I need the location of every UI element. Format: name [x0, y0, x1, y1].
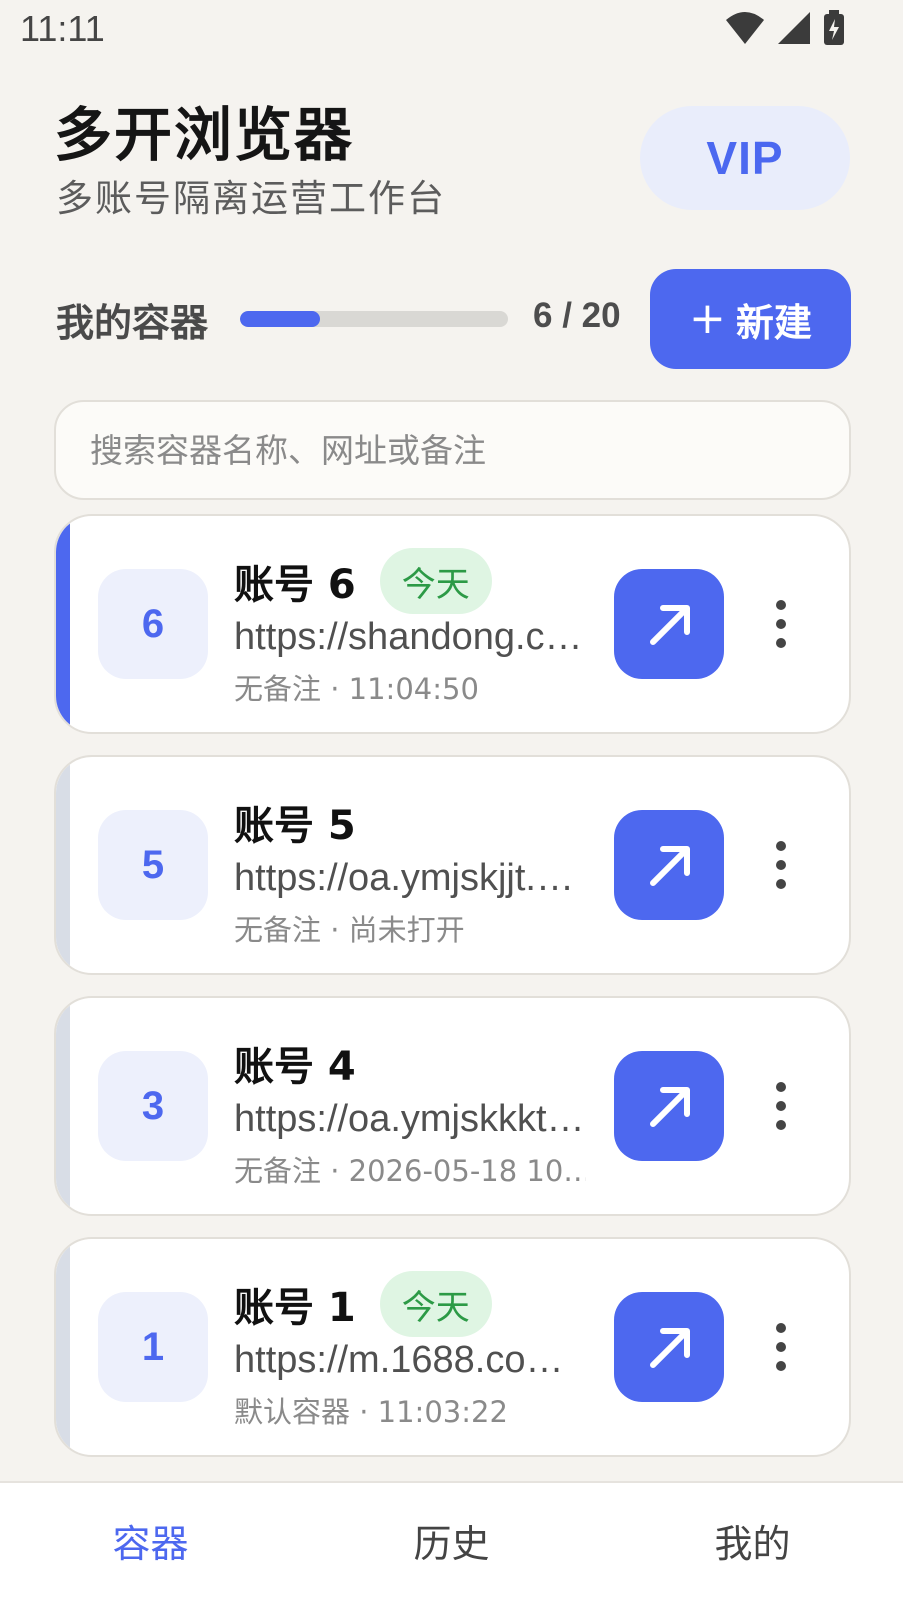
tab-history[interactable]: 历史 — [301, 1483, 602, 1607]
container-name: 账号 6 — [234, 562, 356, 608]
more-options-button[interactable] — [756, 835, 806, 895]
container-number-badge: 6 — [98, 569, 208, 679]
container-name: 账号 1 — [234, 1285, 356, 1331]
card-accent-bar — [56, 757, 70, 973]
open-container-button[interactable] — [614, 1292, 724, 1402]
wifi-icon — [725, 10, 765, 46]
cell-signal-icon — [777, 11, 811, 45]
arrow-up-right-icon — [650, 1328, 690, 1368]
tab-profile[interactable]: 我的 — [602, 1483, 903, 1607]
container-name: 账号 4 — [234, 1044, 356, 1090]
status-time: 11:11 — [20, 8, 105, 49]
more-vertical-icon — [776, 1323, 786, 1371]
more-vertical-icon — [776, 600, 786, 648]
card-accent-bar — [56, 516, 70, 732]
open-container-button[interactable] — [614, 810, 724, 920]
new-container-label: 新建 — [735, 300, 812, 345]
container-meta: 无备注 · 11:04:50 — [234, 672, 479, 706]
arrow-up-right-icon — [650, 1087, 690, 1127]
app-title: 多开浏览器 — [54, 101, 355, 169]
container-url: https://shandong.c… — [234, 616, 583, 658]
card-accent-bar — [56, 998, 70, 1214]
container-number-badge: 5 — [98, 810, 208, 920]
more-options-button[interactable] — [756, 1076, 806, 1136]
container-meta: 无备注 · 尚未打开 — [234, 913, 465, 947]
new-container-button[interactable]: + 新建 — [650, 269, 851, 369]
container-count: 6 / 20 — [533, 296, 621, 335]
today-tag: 今天 — [379, 548, 492, 614]
bottom-nav: 容器 历史 我的 — [0, 1481, 903, 1607]
open-container-button[interactable] — [614, 569, 724, 679]
search-input[interactable] — [90, 430, 849, 470]
battery-charging-icon — [823, 10, 845, 46]
container-url: https://m.1688.co… — [234, 1339, 564, 1381]
container-card[interactable]: 3 账号 4 https://oa.ymjskkkt… 无备注 · 2026-0… — [54, 996, 851, 1216]
container-meta: 无备注 · 2026-05-18 10… — [234, 1154, 586, 1188]
container-number-badge: 1 — [98, 1292, 208, 1402]
arrow-up-right-icon — [650, 605, 690, 645]
app-subtitle: 多账号隔离运营工作台 — [56, 177, 446, 220]
container-url: https://oa.ymjskkkt… — [234, 1098, 585, 1140]
app-screen: 11:11 多开浏览器 多账号隔离运营工作台 VIP 我的容器 6 / 20 +… — [0, 0, 903, 1607]
plus-icon: + — [689, 293, 726, 344]
container-number-badge: 3 — [98, 1051, 208, 1161]
container-card[interactable]: 6 账号 6 今天 https://shandong.c… 无备注 · 11:0… — [54, 514, 851, 734]
more-vertical-icon — [776, 1082, 786, 1130]
open-container-button[interactable] — [614, 1051, 724, 1161]
container-meta: 默认容器 · 11:03:22 — [234, 1395, 508, 1429]
status-icons — [725, 10, 845, 46]
container-name: 账号 5 — [234, 803, 356, 849]
card-accent-bar — [56, 1239, 70, 1455]
vip-button[interactable]: VIP — [640, 106, 850, 210]
more-options-button[interactable] — [756, 1317, 806, 1377]
more-options-button[interactable] — [756, 594, 806, 654]
container-url: https://oa.ymjskjjt.… — [234, 857, 574, 899]
tab-containers[interactable]: 容器 — [0, 1483, 301, 1607]
arrow-up-right-icon — [650, 846, 690, 886]
container-usage-fill — [240, 311, 321, 327]
container-card[interactable]: 5 账号 5 https://oa.ymjskjjt.… 无备注 · 尚未打开 — [54, 755, 851, 975]
containers-section-title: 我的容器 — [56, 301, 209, 345]
more-vertical-icon — [776, 841, 786, 889]
search-box[interactable] — [54, 400, 851, 500]
today-tag: 今天 — [379, 1271, 492, 1337]
container-usage-bar — [240, 311, 508, 327]
container-card[interactable]: 1 账号 1 今天 https://m.1688.co… 默认容器 · 11:0… — [54, 1237, 851, 1457]
